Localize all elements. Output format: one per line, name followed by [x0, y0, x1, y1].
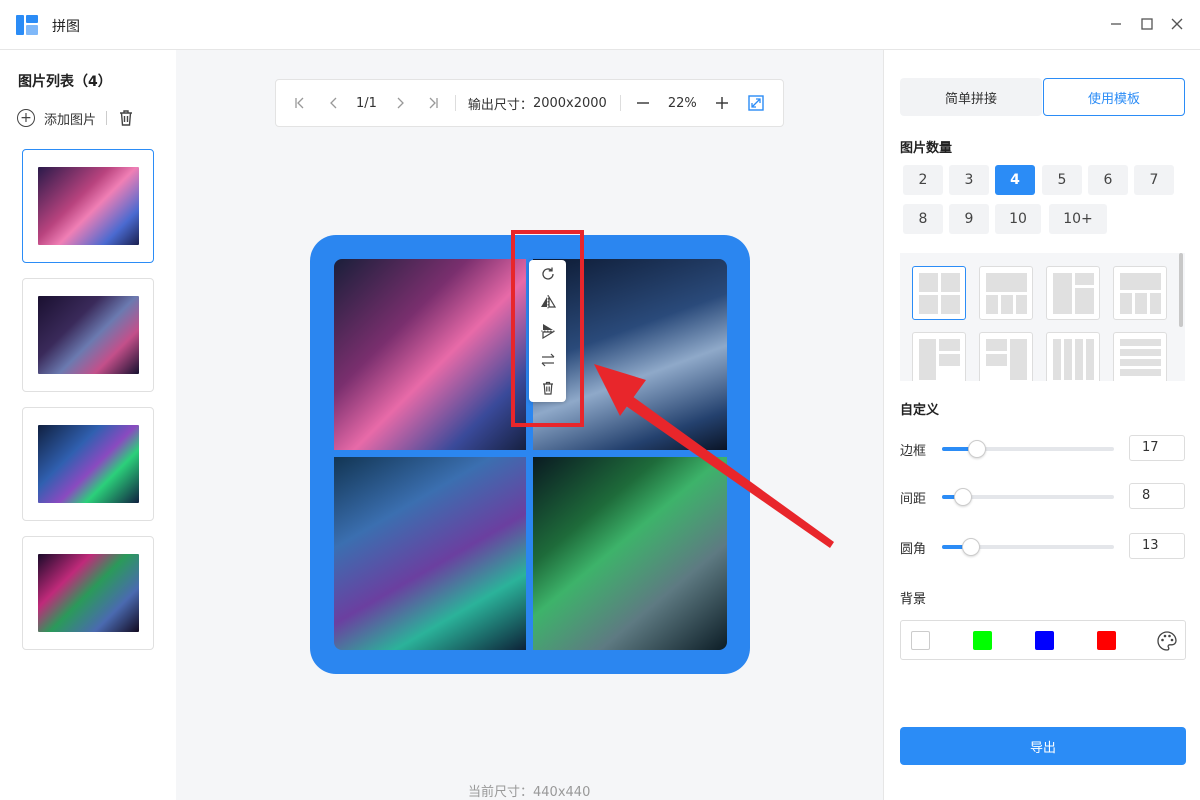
count-option-6[interactable]: 6: [1088, 165, 1128, 195]
divider: [106, 111, 108, 125]
spacing-slider-knob[interactable]: [954, 488, 972, 506]
collage-cell-bottom-left[interactable]: [334, 457, 526, 650]
flip-vertical-icon[interactable]: [538, 321, 558, 341]
output-size-value: 2000x2000: [532, 95, 607, 111]
canvas-toolbar: 1/1 输出尺寸： 2000x2000 22%: [275, 79, 784, 127]
custom-title: 自定义: [900, 403, 940, 418]
trash-icon[interactable]: [116, 108, 136, 128]
count-option-10[interactable]: 10: [995, 204, 1041, 234]
image-count-title: 图片数量: [900, 141, 953, 156]
thumbnail-image: [38, 425, 139, 503]
last-page-icon[interactable]: [423, 93, 443, 113]
background-title: 背景: [900, 592, 927, 607]
delete-icon[interactable]: [538, 378, 558, 398]
background-swatch-red[interactable]: [1097, 631, 1116, 650]
template-vertical-strips[interactable]: [1046, 332, 1100, 381]
background-picker: [900, 620, 1186, 660]
count-option-10-plus[interactable]: 10+: [1049, 204, 1107, 234]
background-swatch-white[interactable]: [911, 631, 930, 650]
corner-slider[interactable]: [942, 538, 1114, 556]
border-slider-row: 边框 17: [900, 435, 1185, 461]
thumbnail-4[interactable]: [22, 536, 154, 650]
toolbar-divider: [454, 95, 456, 111]
settings-panel: 简单拼接 使用模板 图片数量 2 3 4 5 6 7 8 9 10 10+ 自定…: [883, 50, 1200, 800]
prev-page-icon[interactable]: [324, 93, 344, 113]
flip-horizontal-icon[interactable]: [538, 292, 558, 312]
rotate-icon[interactable]: [538, 264, 558, 284]
collage-cell-bottom-right[interactable]: [533, 457, 727, 650]
minimize-icon[interactable]: [1106, 14, 1126, 34]
template-list: [900, 253, 1185, 381]
count-option-7[interactable]: 7: [1134, 165, 1174, 195]
template-grid-2x2[interactable]: [912, 266, 966, 320]
border-label: 边框: [900, 444, 927, 459]
palette-icon[interactable]: [1156, 630, 1178, 652]
toolbar-divider: [619, 95, 621, 111]
thumbnail-image: [38, 167, 139, 245]
current-size-label: 当前尺寸：: [468, 785, 534, 800]
zoom-level: 22%: [667, 95, 697, 111]
add-image-label: 添加图片: [44, 112, 97, 128]
template-right-column[interactable]: [979, 332, 1033, 381]
zoom-out-icon[interactable]: [633, 93, 653, 113]
template-mixed[interactable]: [1046, 266, 1100, 320]
background-swatch-green[interactable]: [973, 631, 992, 650]
maximize-icon[interactable]: [1137, 14, 1157, 34]
swap-icon[interactable]: [538, 350, 558, 370]
template-horizontal-strips[interactable]: [1113, 332, 1167, 381]
corner-slider-row: 圆角 13: [900, 533, 1185, 559]
border-slider-knob[interactable]: [968, 440, 986, 458]
current-size: 当前尺寸：440x440: [468, 781, 590, 800]
spacing-label: 间距: [900, 492, 927, 507]
zoom-in-icon[interactable]: [712, 93, 732, 113]
background-swatch-blue[interactable]: [1035, 631, 1054, 650]
image-list-actions: + 添加图片: [17, 108, 136, 128]
next-page-icon[interactable]: [390, 93, 410, 113]
corner-slider-knob[interactable]: [962, 538, 980, 556]
app-logo-icon: [16, 15, 38, 35]
thumbnail-image: [38, 296, 139, 374]
spacing-slider[interactable]: [942, 488, 1114, 506]
count-option-5[interactable]: 5: [1042, 165, 1082, 195]
output-size-label: 输出尺寸：: [467, 97, 533, 113]
tab-use-template[interactable]: 使用模板: [1043, 78, 1185, 116]
thumbnail-image: [38, 554, 139, 632]
tab-simple-join[interactable]: 简单拼接: [900, 78, 1042, 116]
border-input[interactable]: 17: [1129, 435, 1185, 461]
count-option-8[interactable]: 8: [903, 204, 943, 234]
template-left-column[interactable]: [912, 332, 966, 381]
count-option-3[interactable]: 3: [949, 165, 989, 195]
app-title: 拼图: [52, 19, 80, 35]
count-option-9[interactable]: 9: [949, 204, 989, 234]
thumbnail-2[interactable]: [22, 278, 154, 392]
close-icon[interactable]: [1167, 14, 1187, 34]
image-context-menu: [529, 260, 566, 402]
fit-screen-icon[interactable]: [746, 93, 766, 113]
image-list-panel: 图片列表（4） + 添加图片: [0, 50, 176, 800]
current-size-value: 440x440: [533, 785, 591, 800]
add-image-button[interactable]: + 添加图片: [17, 109, 96, 128]
thumbnail-1[interactable]: [22, 149, 154, 263]
count-option-4[interactable]: 4: [995, 165, 1035, 195]
page-indicator: 1/1: [356, 95, 377, 111]
title-bar: 拼图: [0, 0, 1200, 50]
export-button[interactable]: 导出: [900, 727, 1186, 765]
template-1-3[interactable]: [979, 266, 1033, 320]
spacing-slider-row: 间距 8: [900, 483, 1185, 509]
collage-cell-top-left[interactable]: [334, 259, 526, 450]
thumbnail-3[interactable]: [22, 407, 154, 521]
template-top-banner[interactable]: [1113, 266, 1167, 320]
canvas-area: 1/1 输出尺寸： 2000x2000 22% 当前尺寸：440x440: [176, 50, 883, 800]
corner-label: 圆角: [900, 542, 927, 557]
border-slider[interactable]: [942, 440, 1114, 458]
corner-input[interactable]: 13: [1129, 533, 1185, 559]
spacing-input[interactable]: 8: [1129, 483, 1185, 509]
add-circle-icon: +: [17, 109, 35, 127]
count-option-2[interactable]: 2: [903, 165, 943, 195]
first-page-icon[interactable]: [290, 93, 310, 113]
image-list-title: 图片列表（4）: [18, 74, 112, 90]
template-scrollbar[interactable]: [1179, 253, 1183, 327]
